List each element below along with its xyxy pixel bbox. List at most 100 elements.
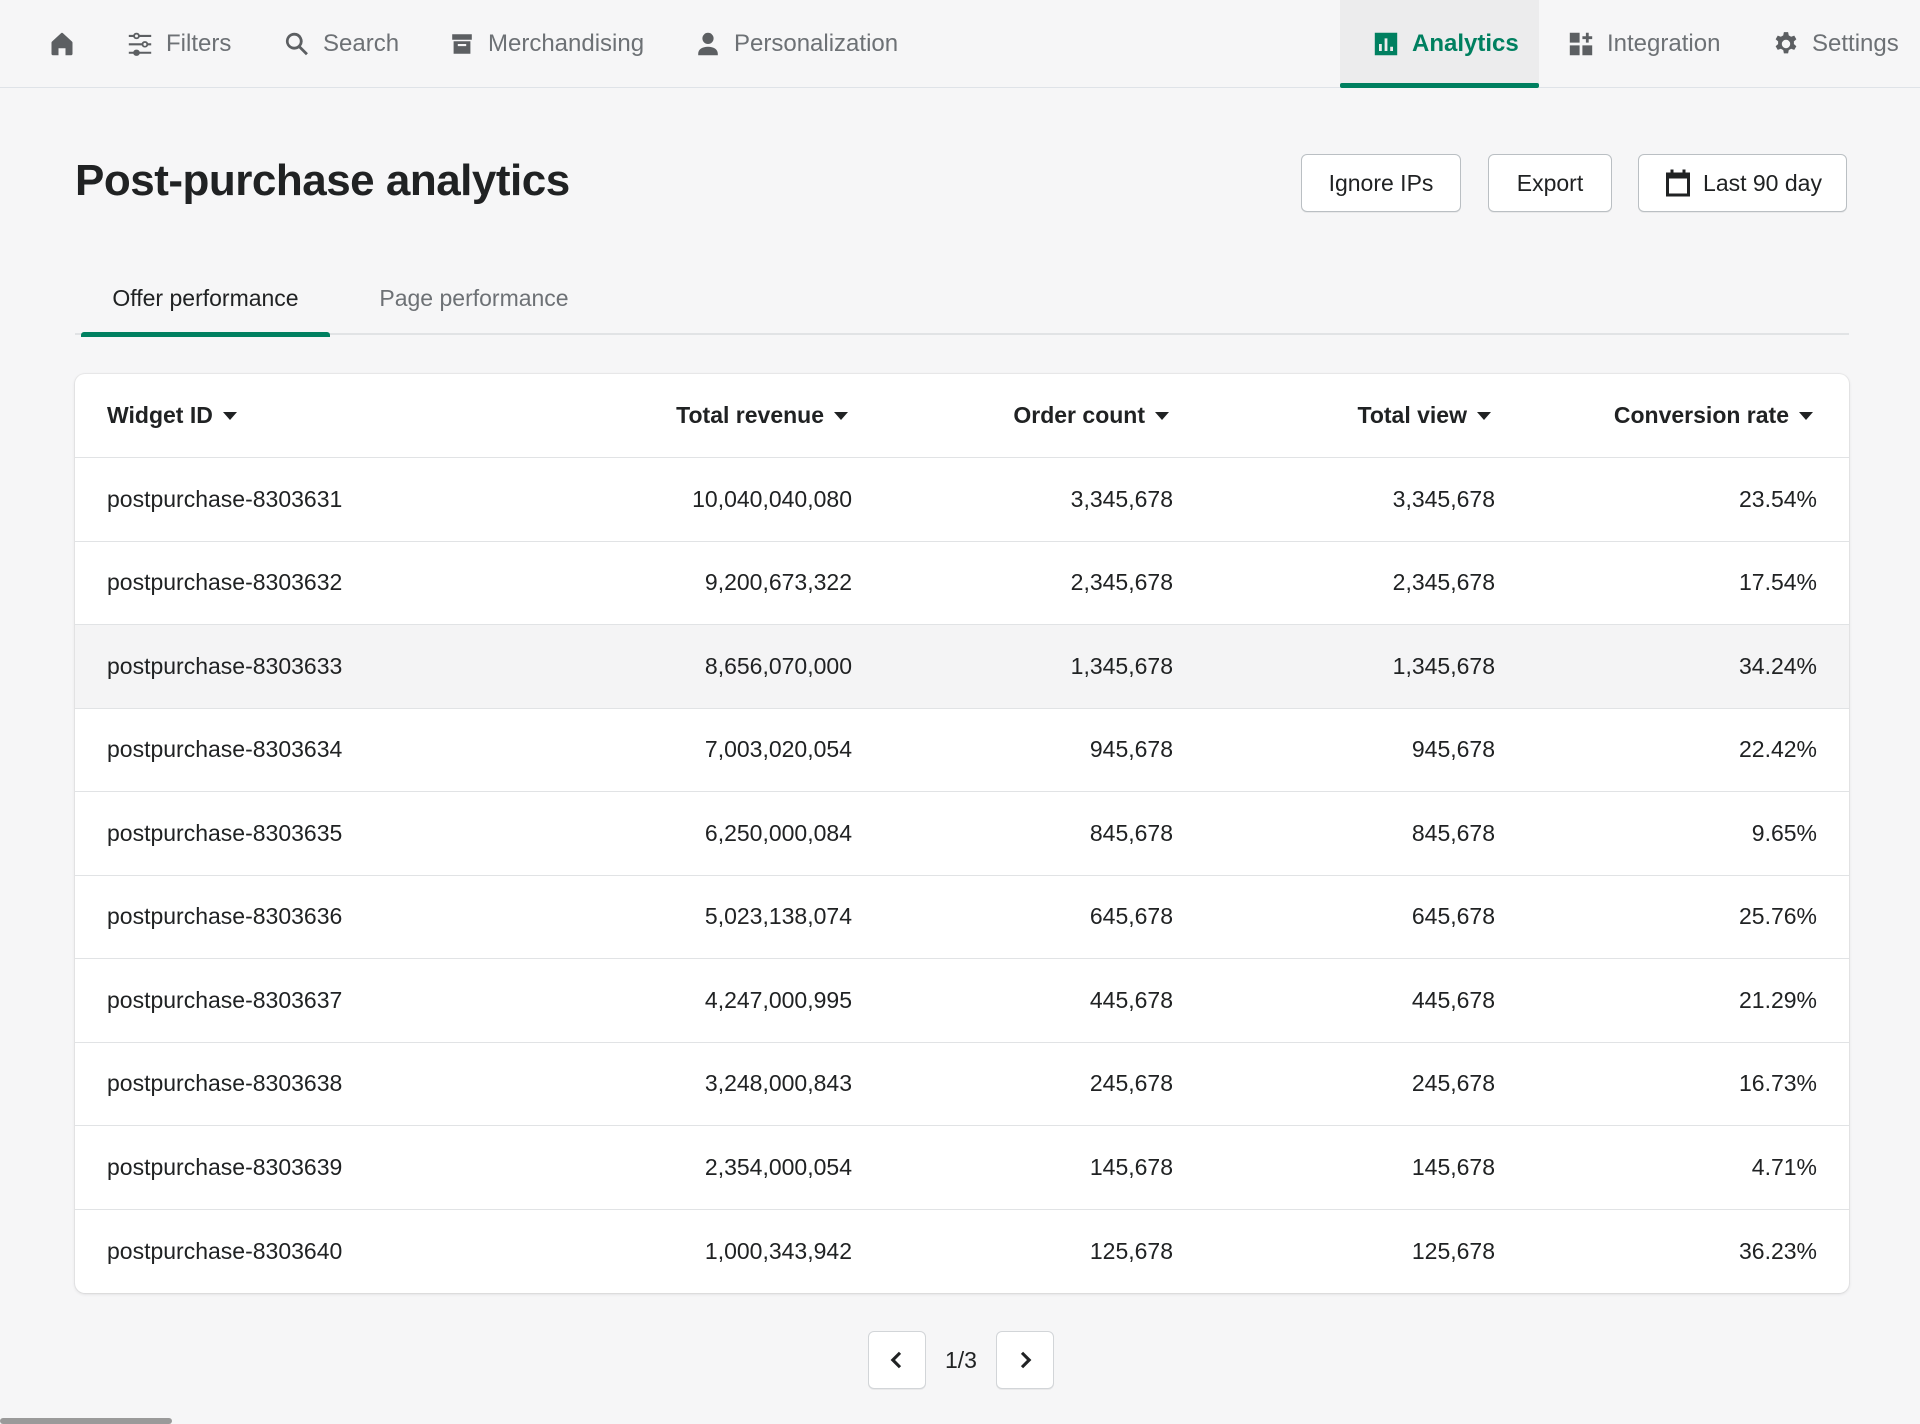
table-row[interactable]: postpurchase-8303635 6,250,000,084 845,6… xyxy=(75,791,1849,876)
cell-widget-id: postpurchase-8303634 xyxy=(75,708,595,792)
cell-conversion-rate: 16.73% xyxy=(1495,1042,1849,1126)
nav-integration[interactable]: Integration xyxy=(1567,0,1720,88)
cell-conversion-rate: 23.54% xyxy=(1495,457,1849,542)
column-header-total-revenue[interactable]: Total revenue xyxy=(595,374,852,458)
previous-page-button[interactable] xyxy=(868,1331,926,1389)
nav-label-merchandising: Merchandising xyxy=(488,30,645,57)
cell-total-view: 2,345,678 xyxy=(1173,541,1495,625)
archive-icon xyxy=(452,34,472,54)
calendar-icon xyxy=(1666,169,1691,197)
column-label: Order count xyxy=(1013,402,1145,428)
cell-total-revenue: 2,354,000,054 xyxy=(595,1125,852,1210)
table-row[interactable]: postpurchase-8303631 10,040,040,080 3,34… xyxy=(75,457,1849,542)
export-button[interactable]: Export xyxy=(1488,154,1612,212)
cell-conversion-rate: 17.54% xyxy=(1495,541,1849,625)
cell-total-view: 145,678 xyxy=(1173,1125,1495,1210)
nav-label-search: Search xyxy=(323,30,400,57)
nav-filters[interactable]: Filters xyxy=(126,0,231,88)
column-label: Conversion rate xyxy=(1613,402,1789,428)
column-header-order-count[interactable]: Order count xyxy=(852,374,1173,458)
cell-total-revenue: 3,248,000,843 xyxy=(595,1042,852,1126)
cell-total-view: 3,345,678 xyxy=(1173,457,1495,542)
tab-bar: Offer performance Page performance xyxy=(75,262,1849,337)
cell-widget-id: postpurchase-8303636 xyxy=(75,875,595,959)
tab-label-page-performance: Page performance xyxy=(379,285,569,311)
cell-total-view: 125,678 xyxy=(1411,1237,1495,1264)
cell-conversion-rate: 22.42% xyxy=(1495,708,1849,792)
column-label: Widget ID xyxy=(107,402,213,428)
chevron-right-icon xyxy=(1020,1351,1032,1369)
gear-icon xyxy=(1775,32,1797,54)
column-header-total-view[interactable]: Total view xyxy=(1173,374,1495,458)
bar-chart-icon xyxy=(1374,32,1398,56)
cell-order-count: 1,345,678 xyxy=(852,624,1173,709)
nav-label-filters: Filters xyxy=(166,30,232,57)
cell-total-view: 645,678 xyxy=(1173,875,1495,959)
cell-total-revenue: 5,023,138,074 xyxy=(595,875,852,959)
cell-widget-id: postpurchase-8303637 xyxy=(75,958,595,1043)
cell-widget-id: postpurchase-8303632 xyxy=(75,541,595,625)
ignore-ips-label: Ignore IPs xyxy=(1328,169,1434,196)
tab-offer-performance[interactable]: Offer performance xyxy=(81,262,330,337)
cell-order-count: 445,678 xyxy=(852,958,1173,1043)
tab-label-offer-performance: Offer performance xyxy=(112,285,299,311)
tab-page-performance[interactable]: Page performance xyxy=(347,262,601,335)
cell-order-count: 945,678 xyxy=(852,708,1173,792)
cell-conversion-rate: 34.24% xyxy=(1495,624,1849,709)
page-title: Post-purchase analytics xyxy=(75,156,570,205)
home-icon xyxy=(51,32,73,56)
cell-total-revenue: 4,247,000,995 xyxy=(595,958,852,1043)
cell-total-revenue: 10,040,040,080 xyxy=(595,457,852,542)
nav-label-settings: Settings xyxy=(1812,30,1899,57)
sort-caret-icon xyxy=(222,411,237,420)
nav-settings[interactable]: Settings xyxy=(1772,0,1899,88)
nav-analytics[interactable]: Analytics xyxy=(1372,0,1519,88)
cell-order-count: 645,678 xyxy=(852,875,1173,959)
cell-widget-id: postpurchase-8303631 xyxy=(75,457,595,542)
date-range-button[interactable]: Last 90 day xyxy=(1638,154,1847,212)
table-row[interactable]: postpurchase-8303633 8,656,070,000 1,345… xyxy=(75,624,1849,709)
nav-merchandising[interactable]: Merchandising xyxy=(448,0,644,88)
next-page-button[interactable] xyxy=(996,1331,1054,1389)
table-row[interactable]: postpurchase-8303636 5,023,138,074 645,6… xyxy=(75,875,1849,959)
table-row[interactable]: postpurchase-8303637 4,247,000,995 445,6… xyxy=(75,958,1849,1043)
table-row[interactable]: postpurchase-8303640 1,000,343,942 125,6… xyxy=(75,1209,1849,1293)
horizontal-scrollbar[interactable] xyxy=(0,1418,172,1424)
column-header-conversion-rate[interactable]: Conversion rate xyxy=(1495,374,1849,458)
cell-order-count: 845,678 xyxy=(852,791,1173,876)
nav-label-integration: Integration xyxy=(1607,30,1721,57)
cell-order-count: 245,678 xyxy=(852,1042,1173,1126)
pagination: 1/3 xyxy=(868,1331,1054,1389)
table-row[interactable]: postpurchase-8303634 7,003,020,054 945,6… xyxy=(75,708,1849,792)
cell-conversion-rate: 21.29% xyxy=(1495,958,1849,1043)
sort-caret-icon xyxy=(1799,411,1813,420)
ignore-ips-button[interactable]: Ignore IPs xyxy=(1301,154,1461,212)
column-header-widget-id[interactable]: Widget ID xyxy=(75,374,595,458)
sliders-icon xyxy=(128,32,152,56)
table-row[interactable]: postpurchase-8303632 9,200,673,322 2,345… xyxy=(75,541,1849,625)
export-label: Export xyxy=(1516,169,1584,196)
nav-personalization[interactable]: Personalization xyxy=(694,0,898,88)
date-range-label: Last 90 day xyxy=(1703,169,1822,196)
cell-conversion-rate: 25.76% xyxy=(1495,875,1849,959)
column-label: Total revenue xyxy=(676,402,824,428)
cell-order-count: 2,345,678 xyxy=(852,541,1173,625)
page-indicator: 1/3 xyxy=(945,1346,977,1373)
cell-widget-id: postpurchase-8303635 xyxy=(75,791,595,876)
nav-active-indicator xyxy=(1340,83,1539,88)
nav-label-analytics: Analytics xyxy=(1412,30,1519,57)
cell-total-view: 245,678 xyxy=(1173,1042,1495,1126)
table-row[interactable]: postpurchase-8303639 2,354,000,054 145,6… xyxy=(75,1125,1849,1210)
top-nav: Filters Search Merchandising Personaliza… xyxy=(0,0,1920,88)
nav-search[interactable]: Search xyxy=(283,0,399,88)
table-row[interactable]: postpurchase-8303638 3,248,000,843 245,6… xyxy=(75,1042,1849,1126)
sort-caret-icon xyxy=(1477,411,1491,420)
cell-widget-id: postpurchase-8303640 xyxy=(107,1237,343,1264)
nav-home[interactable] xyxy=(48,0,76,88)
chevron-left-icon xyxy=(890,1351,902,1369)
table-header-row: Widget ID Total revenue Order count Tota… xyxy=(75,374,1849,458)
cell-order-count: 145,678 xyxy=(852,1125,1173,1210)
offer-performance-table: Widget ID Total revenue Order count Tota… xyxy=(75,374,1849,1293)
nav-label-personalization: Personalization xyxy=(734,30,899,57)
sort-caret-icon xyxy=(834,411,848,420)
